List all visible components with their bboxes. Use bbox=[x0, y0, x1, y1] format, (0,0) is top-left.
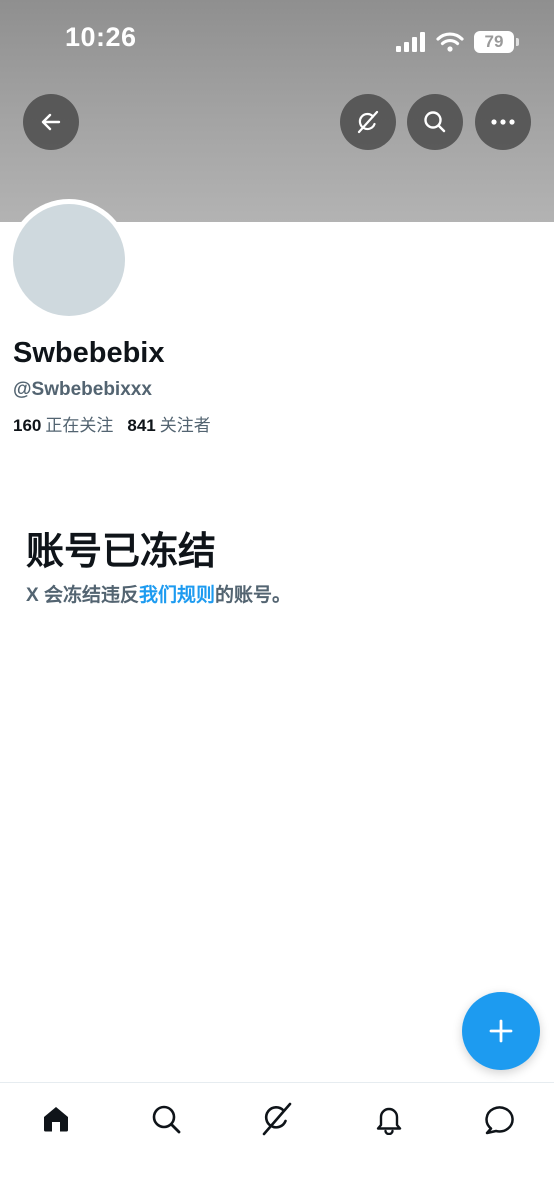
cellular-signal-icon bbox=[396, 32, 426, 52]
bell-icon bbox=[373, 1103, 405, 1135]
profile-display-name: Swbebebix bbox=[13, 337, 165, 369]
grok-icon bbox=[259, 1101, 295, 1137]
following-count: 160 bbox=[13, 416, 42, 435]
compose-button[interactable] bbox=[462, 992, 540, 1070]
followers-count: 841 bbox=[127, 416, 156, 435]
arrow-left-icon bbox=[39, 110, 63, 134]
rules-link[interactable]: 我们规则 bbox=[139, 585, 215, 606]
more-button[interactable] bbox=[475, 94, 531, 150]
followers-stat[interactable]: 841 关注者 bbox=[127, 411, 210, 436]
tab-explore[interactable] bbox=[146, 1099, 186, 1139]
search-icon bbox=[150, 1103, 182, 1135]
wifi-icon bbox=[436, 32, 464, 52]
bottom-tab-bar bbox=[0, 1082, 554, 1201]
tab-grok[interactable] bbox=[257, 1099, 297, 1139]
tab-messages[interactable] bbox=[479, 1099, 519, 1139]
following-stat[interactable]: 160 正在关注 bbox=[13, 411, 113, 436]
more-horizontal-icon bbox=[490, 118, 516, 126]
avatar[interactable] bbox=[13, 204, 125, 316]
status-bar: 10:26 79 bbox=[0, 0, 554, 80]
grok-button[interactable] bbox=[340, 94, 396, 150]
avatar-frame bbox=[8, 199, 130, 321]
followers-label: 关注者 bbox=[159, 416, 211, 435]
back-button[interactable] bbox=[23, 94, 79, 150]
status-icons: 79 bbox=[396, 28, 519, 56]
battery-indicator: 79 bbox=[474, 31, 519, 53]
tab-home[interactable] bbox=[36, 1099, 76, 1139]
suspended-desc-prefix: X 会冻结违反 bbox=[26, 585, 139, 606]
status-time: 10:26 bbox=[65, 22, 137, 52]
plus-icon bbox=[486, 1016, 516, 1046]
message-icon bbox=[482, 1102, 516, 1136]
home-icon bbox=[40, 1103, 72, 1135]
profile-stats: 160 正在关注 841 关注者 bbox=[13, 411, 211, 436]
suspended-desc-suffix: 的账号。 bbox=[214, 585, 291, 606]
profile-handle: @Swbebebixxx bbox=[13, 379, 152, 400]
grok-icon bbox=[355, 109, 381, 135]
tab-notifications[interactable] bbox=[369, 1099, 409, 1139]
search-button[interactable] bbox=[407, 94, 463, 150]
following-label: 正在关注 bbox=[45, 416, 114, 435]
suspended-description: X 会冻结违反我们规则的账号。 bbox=[26, 580, 291, 607]
suspended-title: 账号已冻结 bbox=[26, 531, 217, 573]
search-icon bbox=[422, 109, 448, 135]
